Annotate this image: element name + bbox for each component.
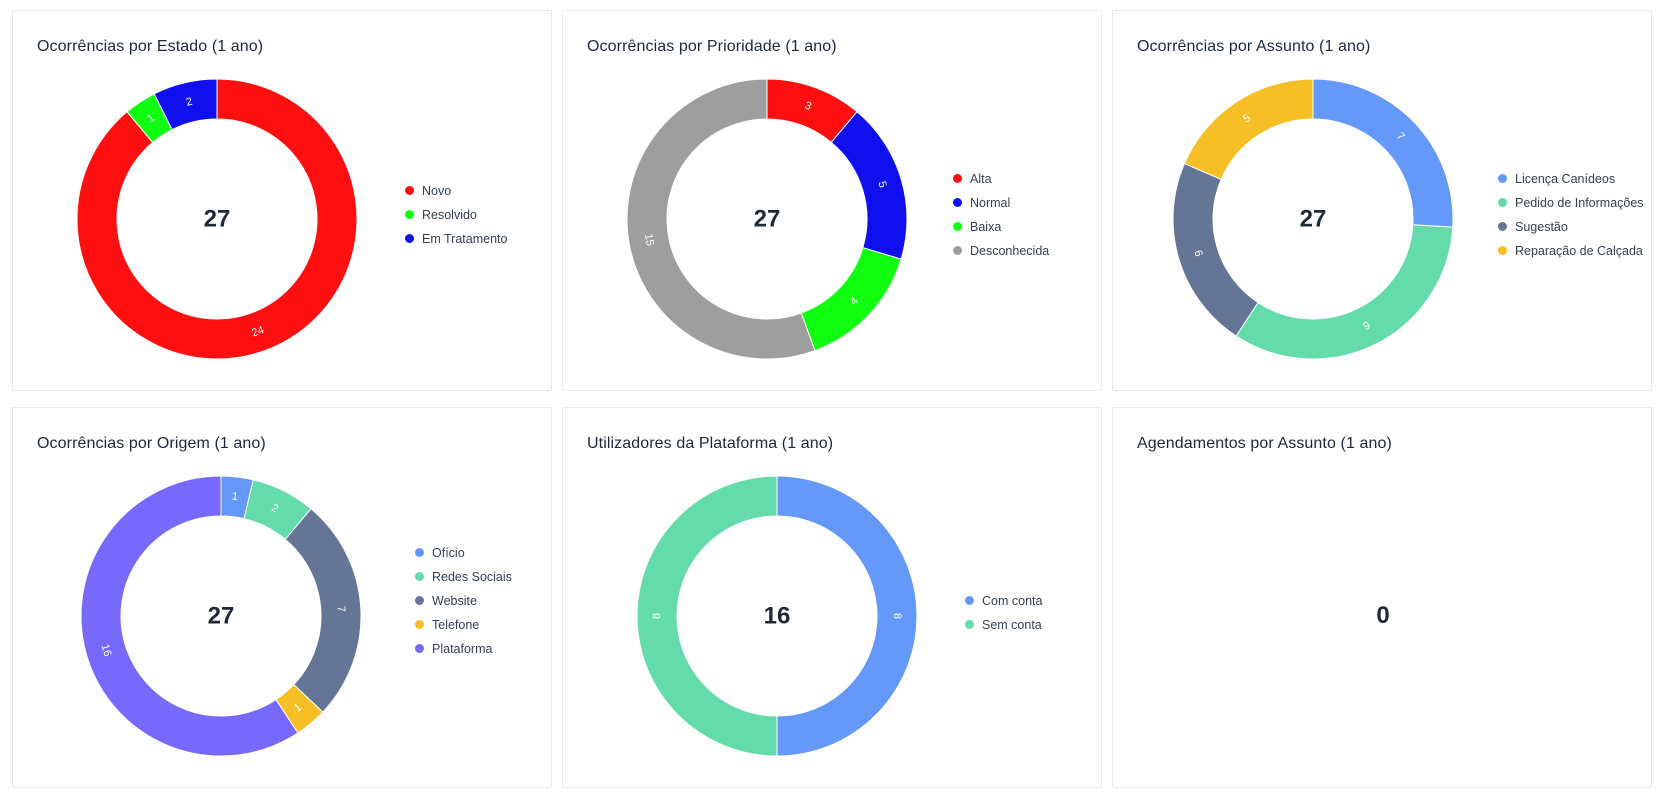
legend-label: Novo [422,184,452,198]
legend-label: Com conta [982,594,1043,608]
legend-swatch [1498,245,1507,255]
chart-center-total: 16 [764,603,791,630]
legend-item-baixa[interactable]: Baixa [953,215,1049,239]
legend-label: Resolvido [422,208,477,222]
legend-label: Sugestão [1515,220,1568,234]
legend-label: Redes Sociais [432,570,512,584]
legend-item-plataforma[interactable]: Plataforma [415,637,512,661]
legend-item-com-conta[interactable]: Com conta [965,589,1042,613]
legend-swatch [953,221,962,231]
card-ocorrencias-estado: Ocorrências por Estado (1 ano) 24 1 2 27 No… [12,10,552,391]
legend-swatch [1498,221,1507,231]
legend-item-desconhecida[interactable]: Desconhecida [953,239,1049,263]
legend-item-resolvido[interactable]: Resolvido [405,203,507,227]
legend-label: Baixa [970,220,1002,234]
legend-swatch [1498,173,1507,183]
chart-legend: Alta Normal Baixa Desconhecida [953,167,1049,263]
legend-swatch [405,209,414,219]
chart-center-total: 27 [204,206,231,233]
legend-item-novo[interactable]: Novo [405,179,507,203]
donut-slice-sugestao[interactable] [1172,162,1259,337]
legend-label: Alta [970,172,992,186]
donut-slice-website[interactable] [284,508,362,713]
slice-value-label-website: 7 [335,606,347,613]
chart-legend: Ofício Redes Sociais Website Telefone Plataf… [415,541,512,661]
chart-legend: Licença Canídeos Pedido de Informações Sug… [1498,167,1644,263]
legend-label: Pedido de Informações [1515,196,1644,210]
legend-swatch [405,185,414,195]
legend-swatch [415,619,424,629]
legend-label: Licença Canídeos [1515,172,1616,186]
legend-label: Website [432,594,477,608]
legend-swatch [1498,197,1507,207]
legend-label: Normal [970,196,1011,210]
chart-title: Agendamentos por Assunto (1 ano) [1137,435,1392,452]
legend-item-em-tratamento[interactable]: Em Tratamento [405,227,507,251]
legend-item-website[interactable]: Website [415,589,512,613]
legend-swatch [415,547,424,557]
legend-item-licenca-canideos[interactable]: Licença Canídeos [1498,167,1644,191]
donut-slice-licenca-canideos[interactable] [1312,78,1454,228]
chart-center-total: 0 [1376,602,1390,629]
chart-center-total: 27 [754,206,781,233]
legend-swatch [415,571,424,581]
legend-label: Reparação de Calçada [1515,244,1643,258]
chart-legend: Com conta Sem conta [965,589,1042,637]
legend-label: Ofício [432,546,465,560]
card-ocorrencias-assunto: Ocorrências por Assunto (1 ano) 7 9 6 5 27 L… [1112,10,1652,391]
card-ocorrencias-prioridade: Ocorrências por Prioridade (1 ano) 3 5 4 15… [562,10,1102,391]
legend-label: Sem conta [982,618,1042,632]
legend-swatch [415,595,424,605]
legend-swatch [953,197,962,207]
legend-label: Plataforma [432,642,493,656]
legend-item-normal[interactable]: Normal [953,191,1049,215]
legend-label: Telefone [432,618,480,632]
legend-swatch [965,619,974,629]
legend-item-redes-sociais[interactable]: Redes Sociais [415,565,512,589]
legend-swatch [953,245,962,255]
legend-item-telefone[interactable]: Telefone [415,613,512,637]
legend-swatch [405,233,414,243]
donut-slice-pedido-de-informacoes[interactable] [1235,224,1454,360]
legend-label: Em Tratamento [422,232,508,246]
legend-swatch [965,595,974,605]
legend-swatch [953,173,962,183]
chart-center-total: 27 [208,603,235,630]
slice-value-label-com-conta: 8 [891,613,903,619]
card-agendamentos-assunto: Agendamentos por Assunto (1 ano) 0 [1112,407,1652,788]
slice-value-label-sem-conta: 8 [651,613,663,619]
legend-swatch [415,643,424,653]
legend-label: Desconhecida [970,244,1050,258]
legend-item-sugestao[interactable]: Sugestão [1498,215,1644,239]
legend-item-alta[interactable]: Alta [953,167,1049,191]
chart-center-total: 27 [1300,206,1327,233]
donut-slice-reparacao-de-calcada[interactable] [1183,78,1314,181]
chart-legend: Novo Resolvido Em Tratamento [405,179,507,251]
card-ocorrencias-origem: Ocorrências por Origem (1 ano) 1 2 7 1 16 27 … [12,407,552,788]
legend-item-reparacao-de-calcada[interactable]: Reparação de Calçada [1498,239,1644,263]
slice-value-label-desconhecida: 15 [642,233,656,247]
donut-slice-normal[interactable] [830,111,908,260]
card-utilizadores-plataforma: Utilizadores da Plataforma (1 ano) 8 8 16 … [562,407,1102,788]
legend-item-oficio[interactable]: Ofício [415,541,512,565]
legend-item-sem-conta[interactable]: Sem conta [965,613,1042,637]
legend-item-pedido-de-informacoes[interactable]: Pedido de Informações [1498,191,1644,215]
